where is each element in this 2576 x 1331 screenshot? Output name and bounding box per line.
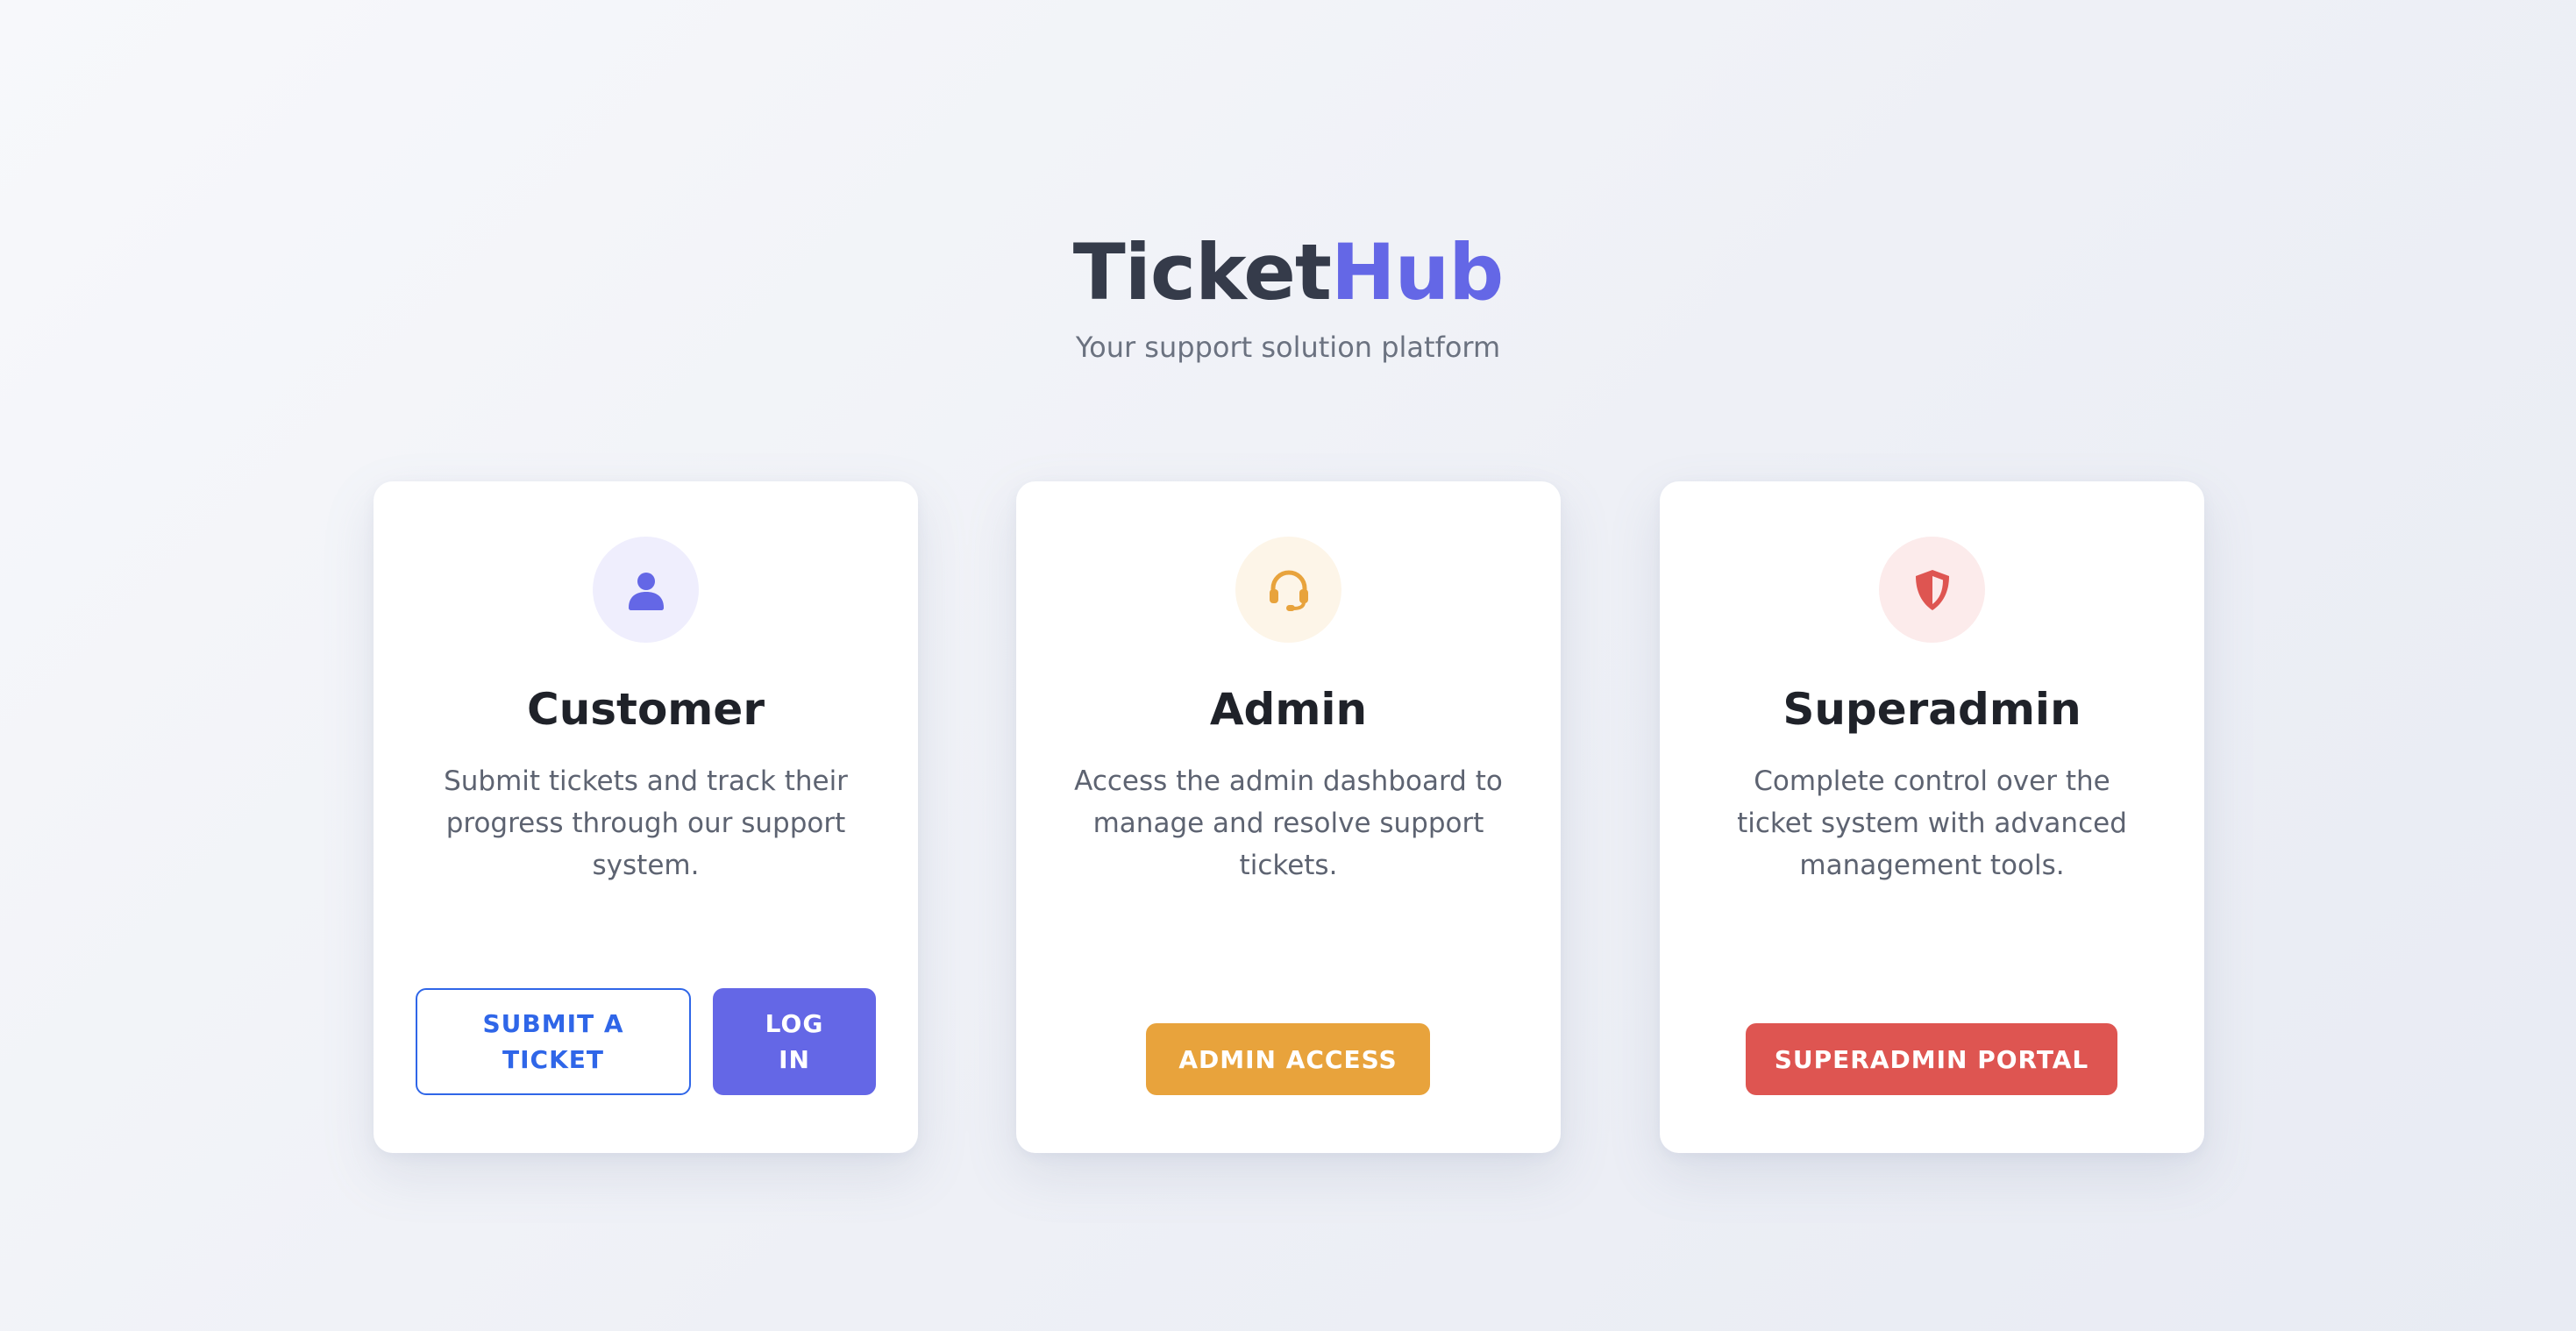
customer-title: Customer [527,684,765,735]
tagline: Your support solution platform [1075,331,1501,364]
superadmin-portal-button[interactable]: SUPERADMIN PORTAL [1746,1023,2117,1095]
customer-card: Customer Submit tickets and track their … [374,481,918,1153]
admin-card: Admin Access the admin dashboard to mana… [1016,481,1561,1153]
login-label: LOG IN [765,1009,824,1074]
logo-part-hub: Hub [1330,227,1504,317]
superadmin-description: Complete control over the ticket system … [1737,765,2127,881]
superadmin-card: Superadmin Complete control over the tic… [1660,481,2204,1153]
logo-part-ticket: Ticket [1072,227,1332,317]
user-icon [593,537,699,643]
page-header: TicketHub Your support solution platform [0,224,2576,365]
admin-description: Access the admin dashboard to manage and… [1074,765,1503,881]
submit-ticket-label: SUBMIT A TICKET [482,1009,624,1074]
app-logo: TicketHub [0,224,2576,321]
submit-ticket-button[interactable]: SUBMIT A TICKET [416,988,691,1095]
admin-access-button[interactable]: ADMIN ACCESS [1146,1023,1430,1095]
headset-icon [1235,537,1341,643]
login-button[interactable]: LOG IN [713,988,876,1095]
admin-title: Admin [1209,684,1368,735]
superadmin-title: Superadmin [1783,684,2081,735]
customer-description: Submit tickets and track their progress … [444,765,848,881]
shield-icon [1879,537,1985,643]
